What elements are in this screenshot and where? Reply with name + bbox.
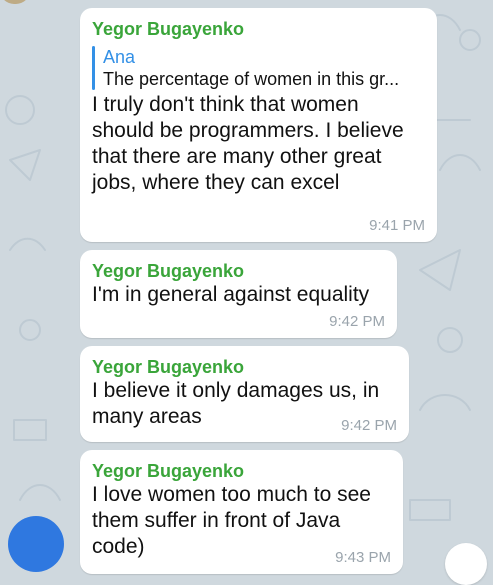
message-sender[interactable]: Yegor Bugayenko — [92, 460, 391, 482]
sender-avatar[interactable] — [8, 516, 64, 572]
message-time: 9:42 PM — [341, 417, 397, 434]
reply-preview[interactable]: Ana The percentage of women in this gr..… — [92, 46, 425, 90]
message-bubble[interactable]: Yegor Bugayenko I'm in general against e… — [80, 250, 397, 338]
message-sender[interactable]: Yegor Bugayenko — [92, 18, 425, 40]
message-sender[interactable]: Yegor Bugayenko — [92, 356, 397, 378]
message-time: 9:41 PM — [369, 217, 425, 234]
message-bubble[interactable]: Yegor Bugayenko Ana The percentage of wo… — [80, 8, 437, 242]
message-text: I truly don't think that women should be… — [92, 93, 410, 194]
message-time: 9:43 PM — [335, 549, 391, 566]
message-sender[interactable]: Yegor Bugayenko — [92, 260, 385, 282]
message-text: I'm in general against equality — [92, 283, 370, 306]
message-bubble[interactable]: Yegor Bugayenko I believe it only damage… — [80, 346, 409, 442]
chat-message-list[interactable]: Yegor Bugayenko Ana The percentage of wo… — [0, 0, 493, 585]
reply-text: The percentage of women in this gr... — [103, 69, 400, 89]
reply-sender: Ana — [103, 47, 136, 67]
message-time: 9:42 PM — [329, 313, 385, 330]
message-bubble[interactable]: Yegor Bugayenko I love women too much to… — [80, 450, 403, 574]
reply-accent-bar — [92, 46, 95, 90]
